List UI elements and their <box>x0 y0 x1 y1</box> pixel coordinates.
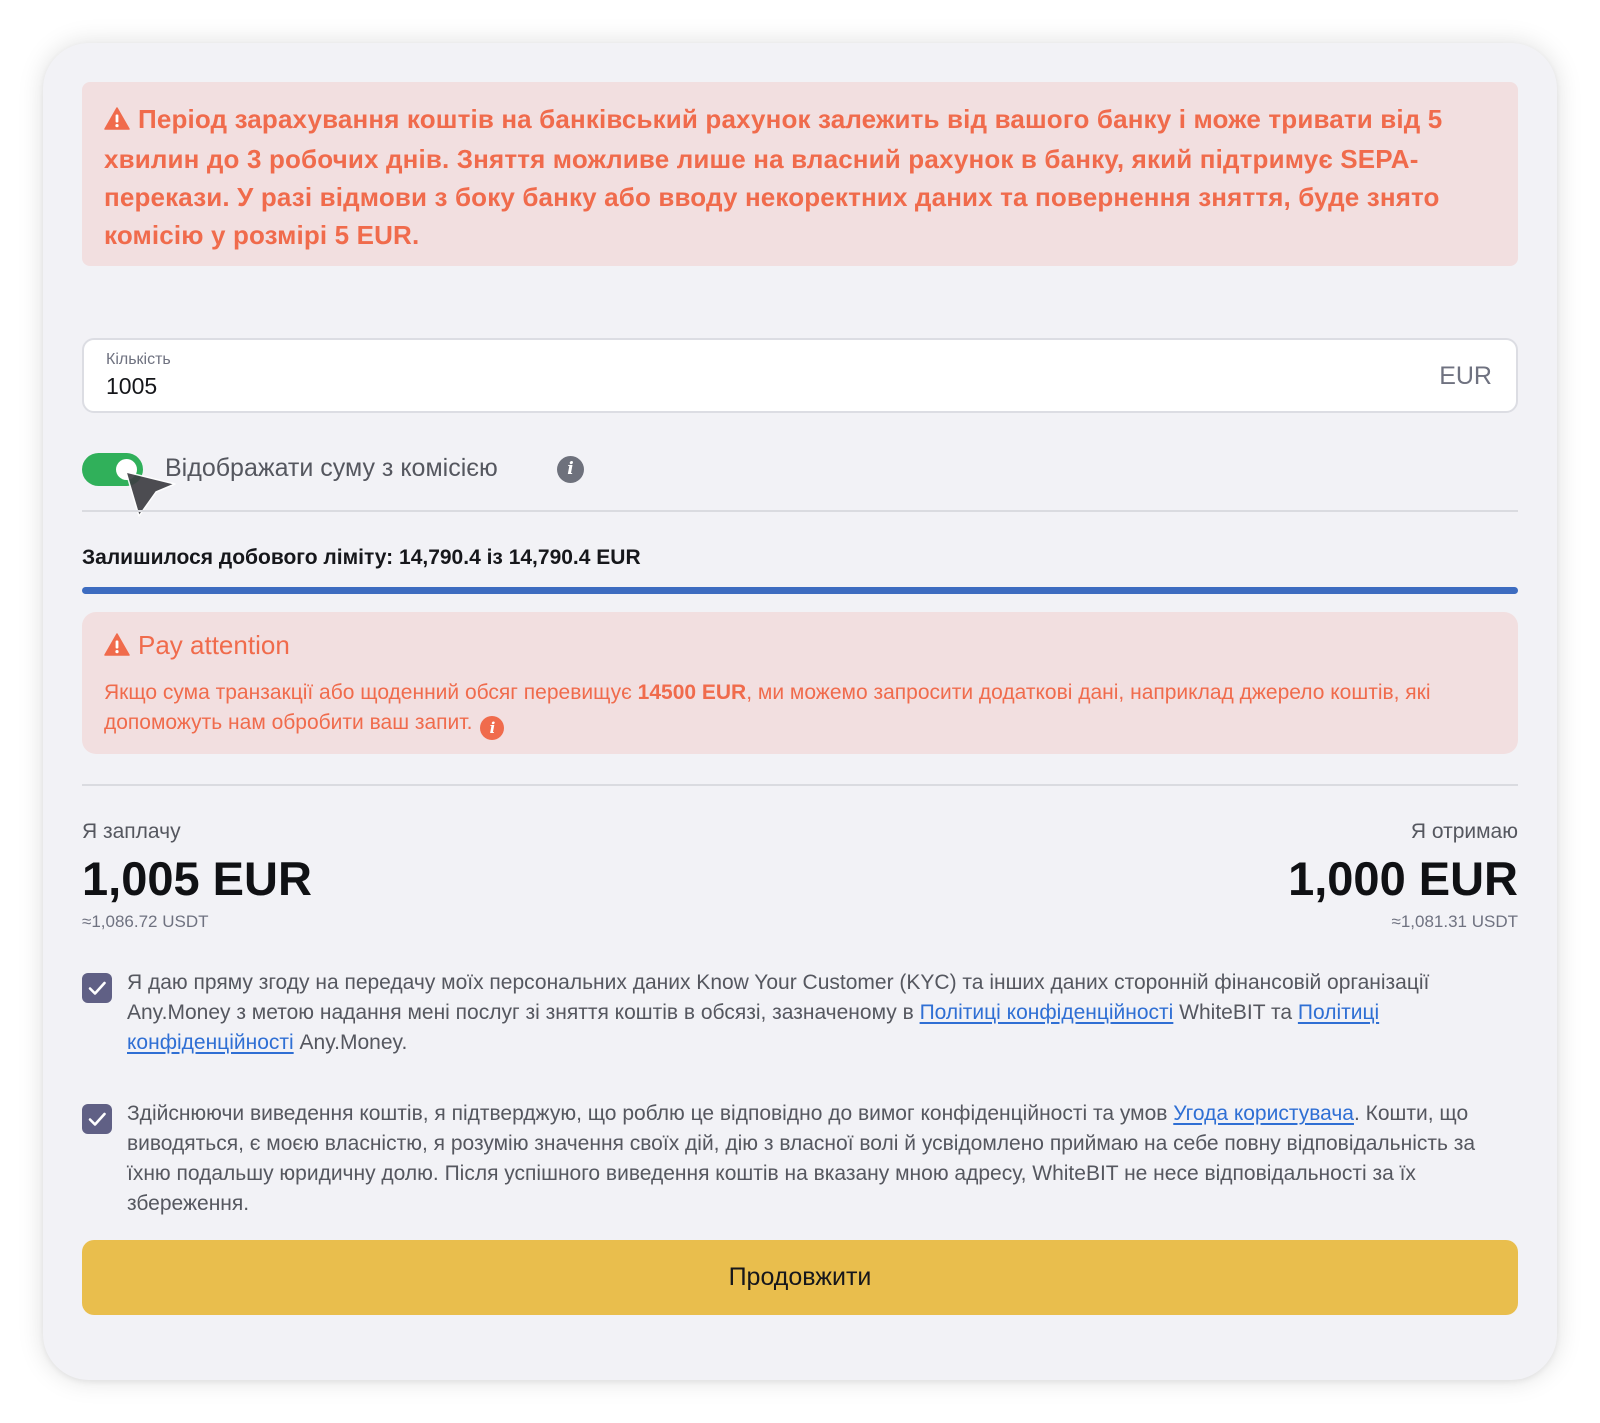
warning-triangle-icon <box>104 102 130 140</box>
kyc-consent-checkbox[interactable] <box>82 973 112 1003</box>
info-icon[interactable]: i <box>557 456 584 483</box>
consent-text: WhiteBIT та <box>1173 1001 1298 1024</box>
pay-attention-box: Pay attention Якщо сума транзакції або щ… <box>82 612 1518 754</box>
fee-toggle-row: Відображати суму з комісією i <box>82 451 1518 487</box>
fee-toggle-label: Відображати суму з комісією <box>165 454 498 482</box>
amount-input[interactable]: Кількість 1005 EUR <box>82 338 1518 413</box>
attention-threshold: 14500 EUR <box>637 681 747 704</box>
attention-text: Якщо сума транзакції або щоденний обсяг … <box>104 681 638 704</box>
pay-attention-title: Pay attention <box>104 628 1496 664</box>
pay-column: Я заплачу 1,005 EUR ≈1,086.72 USDT <box>82 819 312 933</box>
receive-column: Я отримаю 1,000 EUR ≈1,081.31 USDT <box>1288 819 1518 933</box>
user-agreement-link[interactable]: Угода користувача <box>1173 1102 1354 1125</box>
daily-limit-text: Залишилося добового ліміту: 14,790.4 із … <box>82 546 641 569</box>
info-icon[interactable]: i <box>480 716 505 740</box>
checkmark-icon <box>88 1112 106 1126</box>
warning-triangle-icon <box>104 630 130 664</box>
receive-label: Я отримаю <box>1410 820 1518 843</box>
pay-amount: 1,005 EUR <box>82 852 312 905</box>
consent-text: Any.Money. <box>293 1031 408 1054</box>
checkmark-icon <box>88 981 106 995</box>
pay-attention-title-text: Pay attention <box>138 630 290 660</box>
warning-banner-text: Період зарахування коштів на банківський… <box>104 104 1443 250</box>
divider <box>82 784 1518 786</box>
withdraw-form-card: Період зарахування коштів на банківський… <box>43 43 1557 1380</box>
kyc-consent: Я даю пряму згоду на передачу моїх персо… <box>82 968 1518 1060</box>
amount-currency: EUR <box>1439 362 1492 390</box>
consent-text: Здійснюючи виведення коштів, я підтвердж… <box>127 1102 1174 1125</box>
privacy-policy-whitebit-link[interactable]: Політиці конфіденційності <box>920 1001 1174 1024</box>
receive-amount: 1,000 EUR <box>1288 852 1518 905</box>
receive-approx: ≈1,081.31 USDT <box>1391 912 1518 931</box>
divider <box>82 510 1518 512</box>
payment-summary: Я заплачу 1,005 EUR ≈1,086.72 USDT Я отр… <box>82 819 1518 931</box>
withdraw-consent-text: Здійснюючи виведення коштів, я підтвердж… <box>127 1099 1507 1219</box>
amount-value[interactable]: 1005 <box>106 373 157 400</box>
amount-label: Кількість <box>106 351 171 368</box>
pay-approx: ≈1,086.72 USDT <box>82 912 209 931</box>
warning-banner: Період зарахування коштів на банківський… <box>82 82 1518 266</box>
continue-button[interactable]: Продовжити <box>82 1240 1518 1315</box>
withdraw-consent: Здійснюючи виведення коштів, я підтвердж… <box>82 1099 1518 1221</box>
pay-label: Я заплачу <box>82 820 181 843</box>
daily-limit-progress-bar <box>82 587 1518 594</box>
pay-attention-body: Якщо сума транзакції або щоденний обсяг … <box>104 678 1496 740</box>
mouse-cursor-icon <box>123 466 179 527</box>
kyc-consent-text: Я даю пряму згоду на передачу моїх персо… <box>127 968 1507 1058</box>
withdraw-consent-checkbox[interactable] <box>82 1104 112 1134</box>
